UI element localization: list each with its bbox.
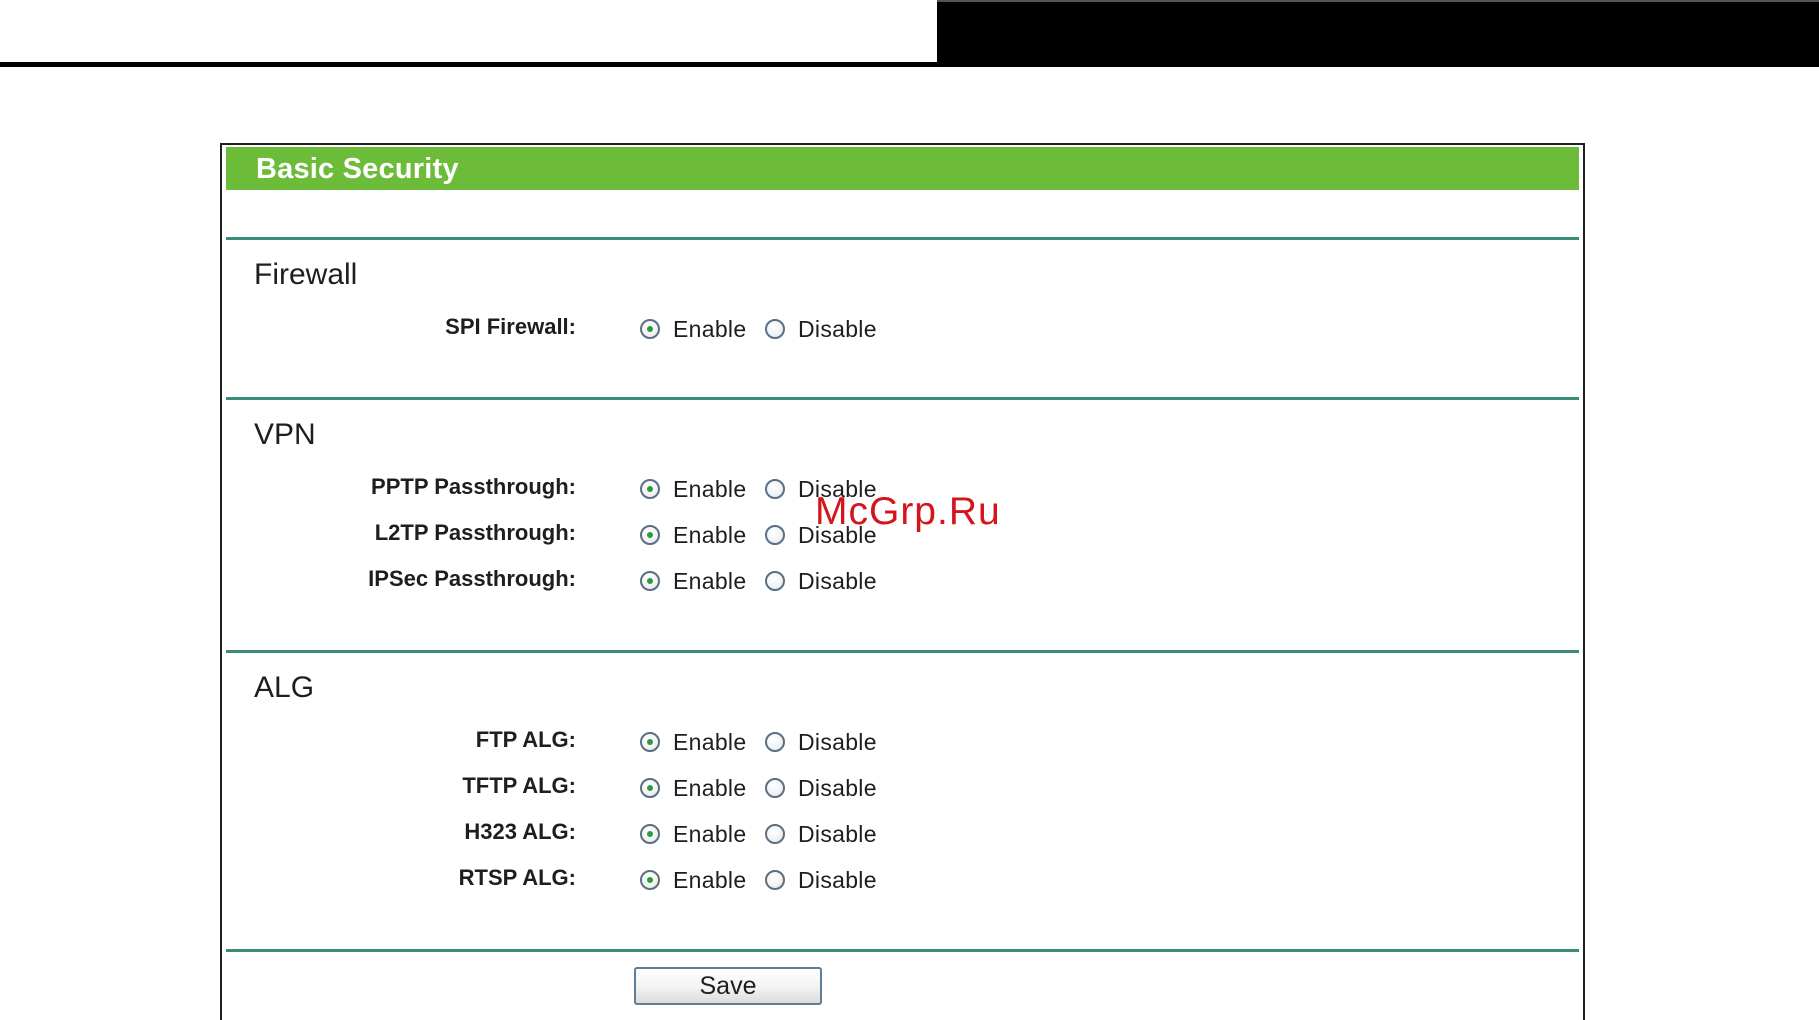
enable-label: Enable (673, 775, 747, 801)
row-spi-firewall: SPI Firewall: Enable Disable (222, 312, 1575, 352)
row-ftp-alg: FTP ALG: Enable Disable (222, 725, 1575, 765)
radio-checked-icon[interactable] (640, 479, 660, 499)
tftp-alg-enable-radio[interactable]: Enable (640, 773, 746, 803)
disable-label: Disable (798, 568, 877, 594)
row-label: FTP ALG: (475, 727, 576, 752)
radio-checked-icon[interactable] (640, 319, 660, 339)
row-tftp-alg: TFTP ALG: Enable Disable (222, 771, 1575, 811)
row-rtsp-alg: RTSP ALG: Enable Disable (222, 863, 1575, 903)
radio-unchecked-icon[interactable] (765, 870, 785, 890)
pptp-enable-radio[interactable]: Enable (640, 474, 746, 504)
radio-unchecked-icon[interactable] (765, 571, 785, 591)
radio-unchecked-icon[interactable] (765, 824, 785, 844)
basic-security-panel: Basic Security Firewall SPI Firewall: En… (220, 143, 1585, 1020)
save-button[interactable]: Save (634, 967, 822, 1005)
divider-firewall (226, 237, 1579, 240)
disable-label: Disable (798, 775, 877, 801)
radio-checked-icon[interactable] (640, 778, 660, 798)
radio-checked-icon[interactable] (640, 870, 660, 890)
page: Basic Security Firewall SPI Firewall: En… (0, 0, 1819, 1020)
row-label: H323 ALG: (464, 819, 576, 844)
ipsec-disable-radio[interactable]: Disable (765, 566, 877, 596)
radio-checked-icon[interactable] (640, 732, 660, 752)
disable-label: Disable (798, 316, 877, 342)
enable-label: Enable (673, 821, 747, 847)
enable-label: Enable (673, 867, 747, 893)
section-title-alg: ALG (254, 671, 315, 704)
enable-label: Enable (673, 316, 747, 342)
radio-unchecked-icon[interactable] (765, 479, 785, 499)
radio-checked-icon[interactable] (640, 824, 660, 844)
row-label: PPTP Passthrough: (371, 474, 576, 499)
h323-alg-enable-radio[interactable]: Enable (640, 819, 746, 849)
panel-title: Basic Security (256, 153, 459, 185)
ipsec-enable-radio[interactable]: Enable (640, 566, 746, 596)
radio-unchecked-icon[interactable] (765, 732, 785, 752)
row-label: RTSP ALG: (458, 865, 576, 890)
enable-label: Enable (673, 568, 747, 594)
section-title-vpn: VPN (254, 418, 316, 451)
tftp-alg-disable-radio[interactable]: Disable (765, 773, 877, 803)
divider-footer (226, 949, 1579, 952)
disable-label: Disable (798, 821, 877, 847)
divider-vpn (226, 397, 1579, 400)
row-label: IPSec Passthrough: (368, 566, 576, 591)
row-label: TFTP ALG: (462, 773, 576, 798)
spi-firewall-enable-radio[interactable]: Enable (640, 314, 746, 344)
panel-header: Basic Security (226, 147, 1579, 190)
h323-alg-disable-radio[interactable]: Disable (765, 819, 877, 849)
radio-unchecked-icon[interactable] (765, 525, 785, 545)
radio-checked-icon[interactable] (640, 571, 660, 591)
watermark: McGrp.Ru (815, 490, 1001, 533)
row-ipsec-passthrough: IPSec Passthrough: Enable Disable (222, 564, 1575, 604)
enable-label: Enable (673, 729, 747, 755)
enable-label: Enable (673, 522, 747, 548)
spi-firewall-disable-radio[interactable]: Disable (765, 314, 877, 344)
radio-unchecked-icon[interactable] (765, 319, 785, 339)
l2tp-enable-radio[interactable]: Enable (640, 520, 746, 550)
row-label: L2TP Passthrough: (374, 520, 576, 545)
rtsp-alg-enable-radio[interactable]: Enable (640, 865, 746, 895)
row-h323-alg: H323 ALG: Enable Disable (222, 817, 1575, 857)
section-title-firewall: Firewall (254, 258, 358, 291)
disable-label: Disable (798, 729, 877, 755)
divider-alg (226, 650, 1579, 653)
disable-label: Disable (798, 867, 877, 893)
radio-checked-icon[interactable] (640, 525, 660, 545)
row-label: SPI Firewall: (445, 314, 576, 339)
radio-unchecked-icon[interactable] (765, 778, 785, 798)
enable-label: Enable (673, 476, 747, 502)
top-rule (0, 62, 1819, 67)
ftp-alg-enable-radio[interactable]: Enable (640, 727, 746, 757)
top-black-bar (937, 0, 1819, 66)
top-black-bar-edge (937, 0, 1819, 2)
ftp-alg-disable-radio[interactable]: Disable (765, 727, 877, 757)
rtsp-alg-disable-radio[interactable]: Disable (765, 865, 877, 895)
